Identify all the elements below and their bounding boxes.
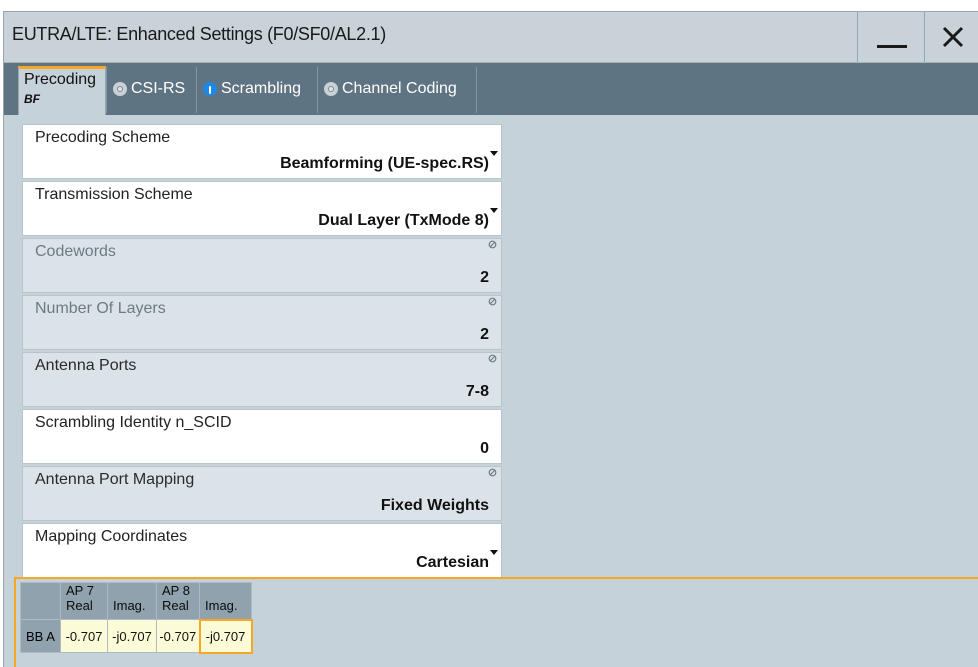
matrix-row: BB A -0.707 -j0.707 -0.707 -j0.707 <box>20 618 253 654</box>
matrix-col-port: AP 7 <box>66 583 94 598</box>
tab-precoding-sublabel: BF <box>24 92 40 106</box>
matrix-cell[interactable]: -0.707 <box>60 619 108 653</box>
scrambling-identity-input[interactable]: Scrambling Identity n_SCID 0 <box>22 409 502 464</box>
field-value: 7-8 <box>465 383 489 400</box>
number-of-layers-field: Number Of Layers 2 <box>22 295 502 350</box>
matrix-col-header: Imag. <box>199 582 252 620</box>
tab-precoding-label: Precoding <box>24 71 97 88</box>
dropdown-caret-icon <box>490 208 498 213</box>
enhanced-settings-dialog: EUTRA/LTE: Enhanced Settings (F0/SF0/AL2… <box>3 11 978 667</box>
antenna-ports-field: Antenna Ports 7-8 <box>22 352 502 407</box>
tab-csi-rs[interactable]: CSI-RS <box>106 67 198 113</box>
close-icon <box>942 26 964 48</box>
field-label: Antenna Ports <box>35 357 137 374</box>
field-value: Cartesian <box>416 554 489 571</box>
state-on-icon <box>203 82 217 96</box>
field-label: Antenna Port Mapping <box>35 471 195 488</box>
matrix-cell[interactable]: -j0.707 <box>107 619 157 653</box>
tab-channel-coding-label: Channel Coding <box>342 80 457 97</box>
field-label: Scrambling Identity n_SCID <box>35 414 232 431</box>
field-value: 0 <box>480 440 489 457</box>
antenna-port-mapping-field: Antenna Port Mapping Fixed Weights <box>22 466 502 521</box>
state-off-icon <box>113 82 127 96</box>
window-title: EUTRA/LTE: Enhanced Settings (F0/SF0/AL2… <box>12 24 386 44</box>
matrix-corner <box>20 582 61 620</box>
matrix-cell-selected[interactable]: -j0.707 <box>198 618 253 654</box>
matrix-col-header: Imag. <box>107 582 157 620</box>
matrix-col-header: AP 8 Real <box>156 582 200 620</box>
matrix-row-label: BB A <box>20 619 61 653</box>
title-bar: EUTRA/LTE: Enhanced Settings (F0/SF0/AL2… <box>4 12 978 63</box>
matrix-col-part: Imag. <box>113 598 146 613</box>
close-button[interactable] <box>924 12 978 62</box>
matrix-header-row: AP 7 Real Imag. AP 8 Real Imag. <box>20 582 252 620</box>
field-value: 2 <box>480 326 489 343</box>
mapping-coordinates-select[interactable]: Mapping Coordinates Cartesian <box>22 523 502 578</box>
matrix-col-part: Real <box>162 598 189 613</box>
dropdown-caret-icon <box>490 550 498 555</box>
field-label: Mapping Coordinates <box>35 528 188 545</box>
tab-scrambling[interactable]: Scrambling <box>196 67 319 113</box>
matrix-col-port: AP 8 <box>162 583 190 598</box>
field-label: Transmission Scheme <box>35 186 193 203</box>
state-off-icon <box>324 82 338 96</box>
field-label: Precoding Scheme <box>35 129 171 146</box>
matrix-col-part: Imag. <box>205 597 238 613</box>
matrix-col-header: AP 7 Real <box>60 582 108 620</box>
tab-precoding[interactable]: Precoding BF <box>18 66 106 115</box>
field-label: Number Of Layers <box>35 300 166 317</box>
tab-csi-rs-label: CSI-RS <box>131 80 186 97</box>
precoding-scheme-select[interactable]: Precoding Scheme Beamforming (UE-spec.RS… <box>22 124 502 179</box>
dropdown-caret-icon <box>490 151 498 156</box>
read-only-icon <box>488 354 497 363</box>
read-only-icon <box>488 297 497 306</box>
read-only-icon <box>488 468 497 477</box>
minimize-button[interactable] <box>857 12 924 62</box>
transmission-scheme-select[interactable]: Transmission Scheme Dual Layer (TxMode 8… <box>22 181 502 236</box>
field-label: Codewords <box>35 243 116 260</box>
field-value: Beamforming (UE-spec.RS) <box>280 155 489 172</box>
minimize-icon <box>877 45 907 48</box>
codewords-field: Codewords 2 <box>22 238 502 293</box>
matrix-col-part: Real <box>66 598 93 613</box>
read-only-icon <box>488 240 497 249</box>
tab-strip: Precoding BF CSI-RS Scrambling Channel C… <box>4 63 978 115</box>
precoding-matrix-table: AP 7 Real Imag. AP 8 Real Imag. BB A -0.… <box>20 582 253 654</box>
field-value: 2 <box>480 269 489 286</box>
tab-scrambling-label: Scrambling <box>221 80 302 97</box>
matrix-cell[interactable]: -0.707 <box>156 619 200 653</box>
tab-channel-coding[interactable]: Channel Coding <box>317 67 477 113</box>
precoding-matrix-panel: AP 7 Real Imag. AP 8 Real Imag. BB A -0.… <box>14 577 978 667</box>
field-value: Dual Layer (TxMode 8) <box>318 212 489 229</box>
field-value: Fixed Weights <box>380 497 489 514</box>
